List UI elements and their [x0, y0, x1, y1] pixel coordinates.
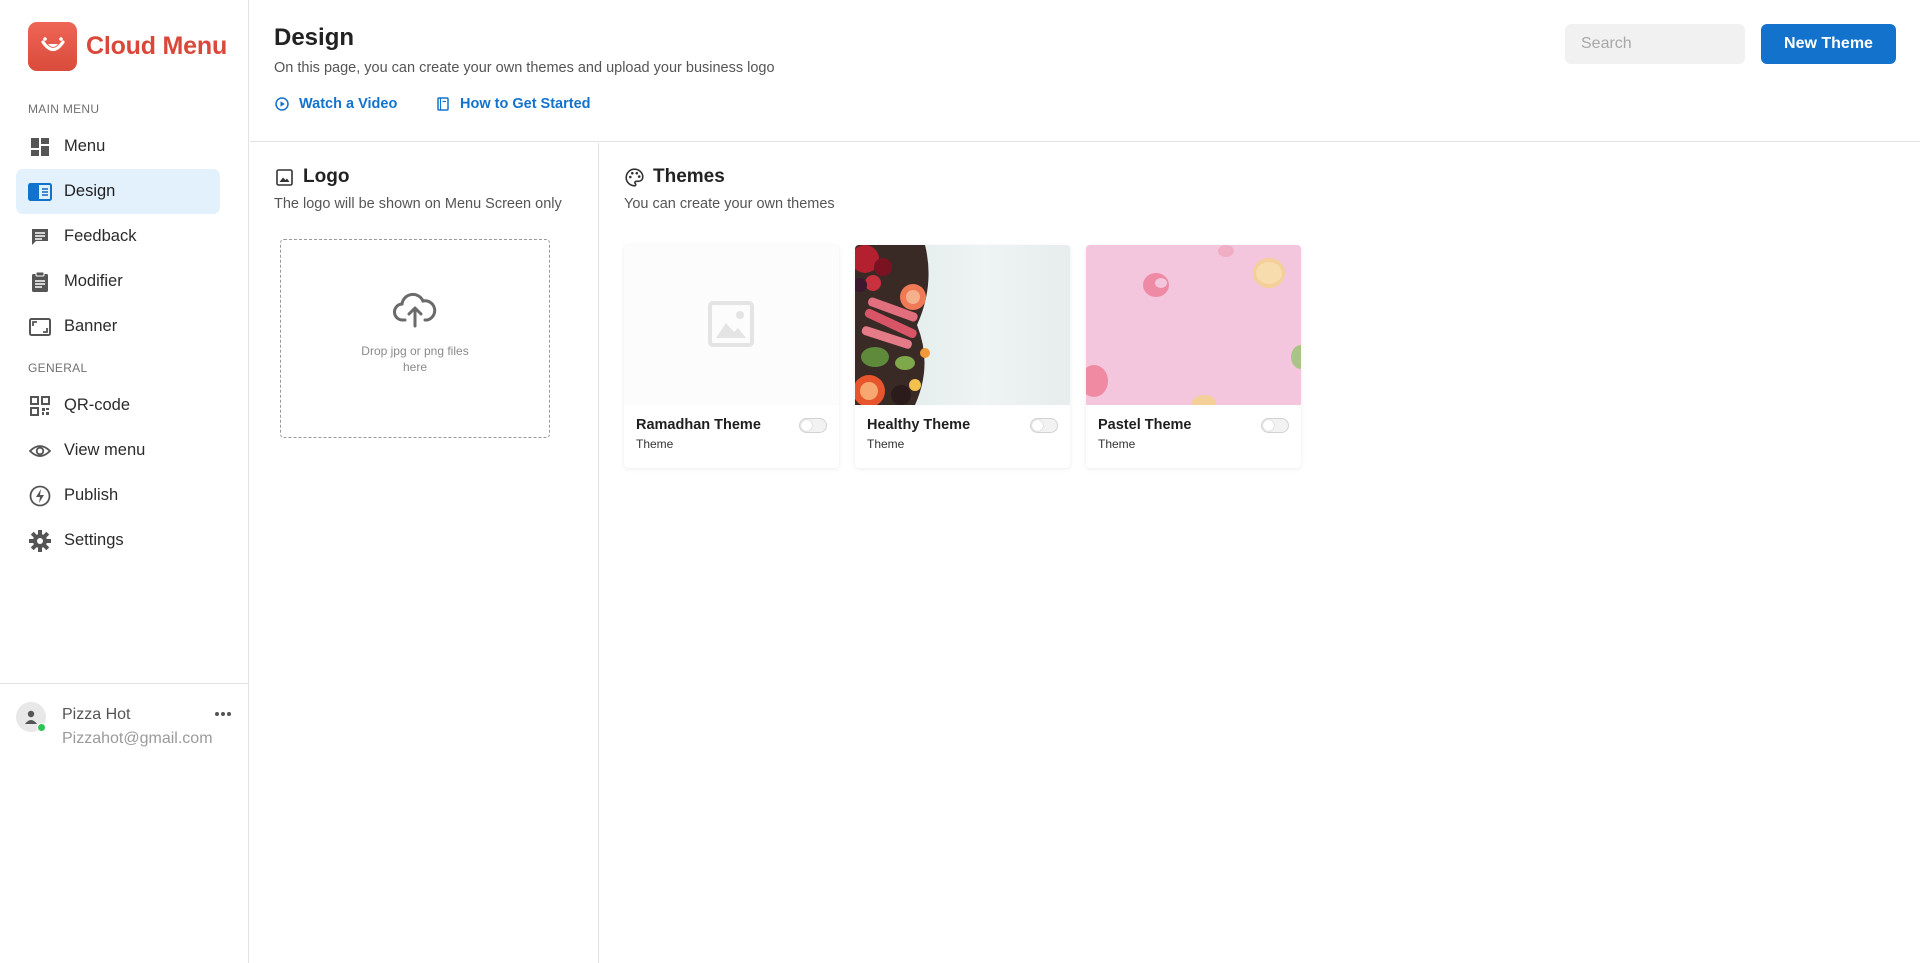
section-label-main-menu: MAIN MENU [28, 102, 100, 116]
theme-card-ramadhan[interactable]: Ramadhan Theme Theme [624, 245, 839, 468]
theme-card-healthy[interactable]: Healthy Theme Theme [855, 245, 1070, 468]
user-email: Pizzahot@gmail.com [62, 730, 213, 747]
gear-icon [28, 529, 52, 553]
theme-card-pastel[interactable]: Pastel Theme Theme [1086, 245, 1301, 468]
theme-type: Theme [1098, 437, 1136, 451]
macarons-photo [1086, 245, 1301, 405]
logo-dropzone[interactable]: Drop jpg or png files here [280, 239, 550, 438]
search-input[interactable] [1565, 24, 1745, 64]
sidebar-item-label: QR-code [64, 396, 131, 414]
logo-panel-title: Logo [274, 166, 349, 188]
sidebar-item-feedback[interactable]: Feedback [16, 214, 220, 259]
themes-panel: Themes You can create your own themes Ra… [600, 143, 1920, 963]
page-subtitle: On this page, you can create your own th… [274, 60, 775, 76]
themes-panel-title: Themes [624, 166, 725, 188]
sidebar-item-modifier[interactable]: Modifier [16, 259, 220, 304]
palette-icon [624, 167, 644, 187]
watch-video-label: Watch a Video [299, 96, 398, 112]
dropzone-text: Drop jpg or png files here [361, 344, 469, 374]
user-profile[interactable]: Pizza Hot Pizzahot@gmail.com [16, 702, 236, 758]
dashboard-icon [28, 135, 52, 159]
sidebar-item-label: Design [64, 182, 116, 200]
sidebar-item-settings[interactable]: Settings [16, 518, 220, 563]
sidebar-item-label: Publish [64, 486, 119, 504]
watch-video-link[interactable]: Watch a Video [274, 96, 397, 112]
image-icon [274, 167, 294, 187]
more-options-icon[interactable] [211, 704, 235, 724]
how-to-get-started-label: How to Get Started [460, 96, 591, 112]
banner-frame-icon [28, 315, 52, 339]
design-book-icon [28, 180, 52, 204]
play-circle-icon [274, 96, 290, 112]
theme-thumbnail [624, 245, 839, 405]
theme-toggle[interactable] [799, 418, 827, 433]
online-status-dot [37, 723, 46, 732]
theme-card-list: Ramadhan Theme Theme Healthy Theme Theme… [624, 245, 1317, 468]
theme-type: Theme [867, 437, 905, 451]
theme-name: Ramadhan Theme [636, 417, 761, 433]
eye-icon [28, 439, 52, 463]
qr-code-icon [28, 394, 52, 418]
sidebar-item-label: Banner [64, 317, 118, 335]
theme-name: Healthy Theme [867, 417, 971, 433]
clipboard-icon [28, 270, 52, 294]
themes-panel-subtitle: You can create your own themes [624, 196, 835, 212]
book-icon [435, 96, 451, 112]
new-theme-button[interactable]: New Theme [1761, 24, 1896, 64]
logo-panel: Logo The logo will be shown on Menu Scre… [250, 143, 599, 963]
sidebar-item-banner[interactable]: Banner [16, 304, 220, 349]
sidebar-item-label: Menu [64, 137, 106, 155]
sidebar-item-label: View menu [64, 441, 146, 459]
section-label-general: GENERAL [28, 361, 88, 375]
theme-toggle[interactable] [1261, 418, 1289, 433]
sidebar-item-menu[interactable]: Menu [16, 124, 220, 169]
sidebar-item-qr-code[interactable]: QR-code [16, 383, 220, 428]
user-name: Pizza Hot [62, 706, 131, 723]
sidebar-divider [0, 683, 249, 684]
themes-title-text: Themes [653, 166, 725, 187]
theme-name: Pastel Theme [1098, 417, 1192, 433]
theme-toggle[interactable] [1030, 418, 1058, 433]
page-title: Design [274, 24, 355, 51]
sidebar-item-label: Modifier [64, 272, 123, 290]
how-to-get-started-link[interactable]: How to Get Started [435, 96, 591, 112]
sidebar-item-view-menu[interactable]: View menu [16, 428, 220, 473]
bolt-icon [28, 484, 52, 508]
sidebar-item-label: Settings [64, 531, 124, 549]
logo-title-text: Logo [303, 166, 350, 187]
brand[interactable]: Cloud Menu [28, 22, 227, 71]
page-header: Design On this page, you can create your… [250, 0, 1920, 142]
sidebar-item-design[interactable]: Design [16, 169, 220, 214]
cloud-upload-icon [393, 292, 437, 333]
sidebar: Cloud Menu MAIN MENU Menu Design Feedbac… [0, 0, 249, 963]
cloud-menu-logo-icon [28, 22, 77, 71]
theme-type: Theme [636, 437, 674, 451]
logo-panel-subtitle: The logo will be shown on Menu Screen on… [274, 196, 562, 212]
sidebar-item-publish[interactable]: Publish [16, 473, 220, 518]
placeholder-image-icon [708, 301, 754, 352]
sidebar-item-label: Feedback [64, 227, 137, 245]
chat-icon [28, 225, 52, 249]
brand-name: Cloud Menu [86, 32, 228, 60]
fruits-photo [855, 245, 1070, 405]
